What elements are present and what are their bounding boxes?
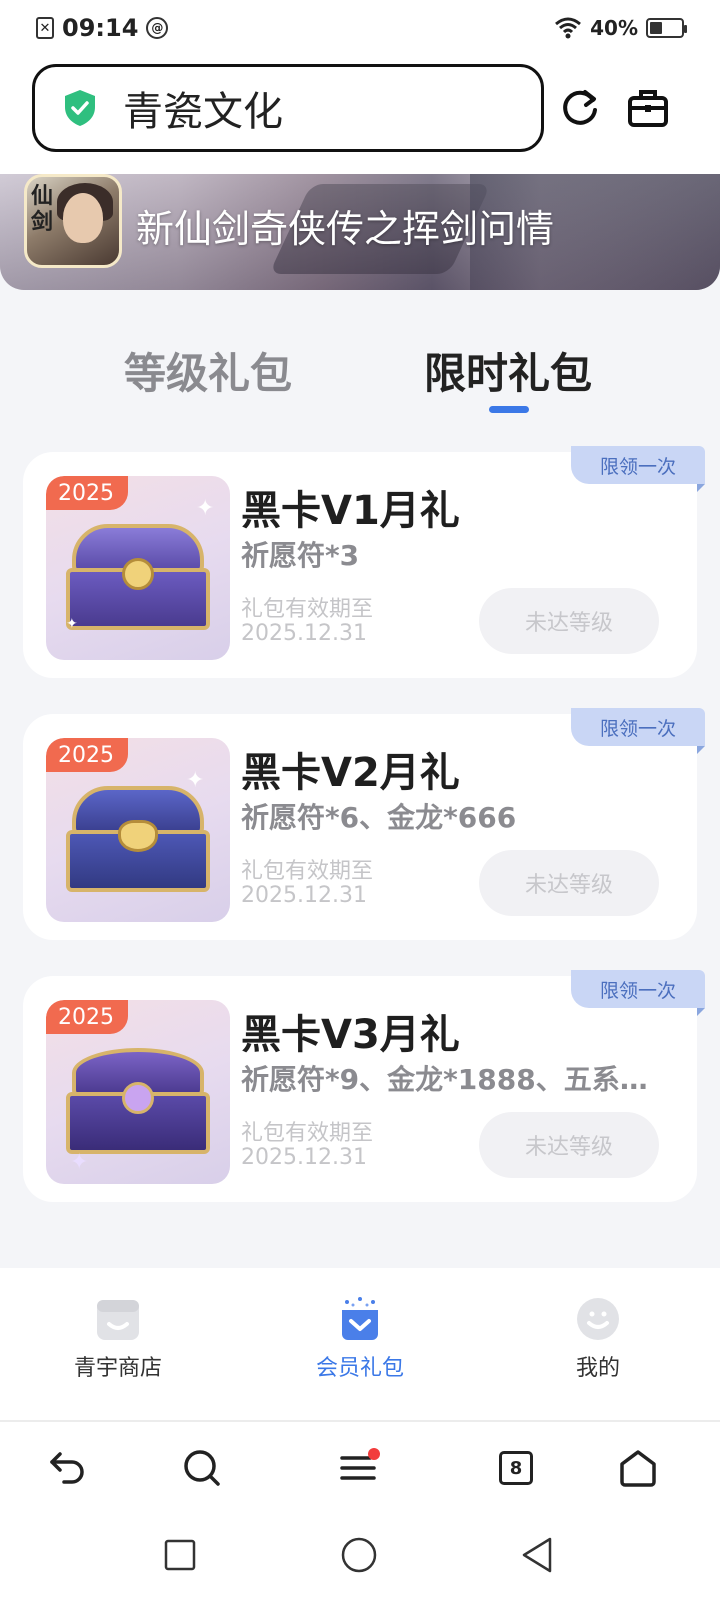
nav-member-gifts[interactable]: 会员礼包 [280, 1296, 440, 1382]
status-time: 09:14 [62, 14, 139, 42]
home-button[interactable] [612, 1442, 664, 1494]
address-bar[interactable]: 青瓷文化 [32, 64, 544, 152]
menu-icon [340, 1448, 380, 1480]
page: ✕ 09:14 @ 40% 青瓷文化 仙剑 新仙剑奇侠传之挥剑问情 等级礼包 限… [0, 0, 720, 1605]
recent-apps-button[interactable] [155, 1530, 205, 1580]
sparkle-icon: ✦ [66, 616, 78, 632]
limit-once-tag: 限领一次 [571, 970, 705, 1016]
gift-card: 限领一次 ✦ ✦ 2025 黑卡V1月礼 祈愿符*3 礼包有效期至 2025.1… [23, 446, 705, 678]
status-bar: ✕ 09:14 @ 40% [0, 0, 720, 56]
gift-title: 黑卡V2月礼 [241, 750, 460, 796]
claim-button-disabled[interactable]: 未达等级 [479, 850, 659, 916]
triangle-back-icon [522, 1537, 552, 1573]
treasure-chest-image: ✦ 2025 [46, 1000, 230, 1184]
site-name: 青瓷文化 [123, 89, 283, 135]
gift-title: 黑卡V1月礼 [241, 488, 460, 534]
gift-title: 黑卡V3月礼 [241, 1012, 460, 1058]
limit-once-tag: 限领一次 [571, 446, 705, 492]
bottom-nav: 青宇商店 会员礼包 我的 [0, 1268, 720, 1420]
gift-card: 限领一次 ✦ 2025 黑卡V3月礼 祈愿符*9、金龙*1888、五系招… 礼包… [23, 970, 705, 1202]
browser-toolbar: 8 [0, 1422, 720, 1520]
gift-card: 限领一次 ✦ 2025 黑卡V2月礼 祈愿符*6、金龙*666 礼包有效期至 2… [23, 708, 705, 940]
search-icon [184, 1450, 220, 1486]
battery-percent: 40% [590, 16, 638, 40]
sparkle-icon: ✦ [196, 496, 215, 521]
toolbox-button[interactable] [624, 84, 672, 132]
address-bar-row: 青瓷文化 [0, 56, 720, 174]
game-icon-calligraphy: 仙剑 [31, 183, 54, 235]
reload-button[interactable] [556, 84, 604, 132]
game-title: 新仙剑奇侠传之挥剑问情 [136, 207, 555, 251]
gift-contents: 祈愿符*9、金龙*1888、五系招… [241, 1063, 659, 1096]
nav-label: 青宇商店 [73, 1356, 162, 1381]
nav-store[interactable]: 青宇商店 [38, 1296, 198, 1382]
year-badge: 2025 [46, 738, 128, 772]
treasure-chest-image: ✦ ✦ 2025 [46, 476, 230, 660]
active-tab-indicator [489, 406, 529, 413]
circle-icon [341, 1537, 377, 1573]
system-nav-bar [0, 1520, 720, 1605]
treasure-chest-image: ✦ 2025 [46, 738, 230, 922]
tab-limited-gifts[interactable]: 限时礼包 [424, 340, 592, 401]
gift-contents: 祈愿符*3 [241, 539, 360, 572]
back-arrow-icon [50, 1452, 84, 1484]
gift-validity: 礼包有效期至 2025.12.31 [241, 859, 374, 908]
nav-profile[interactable]: 我的 [518, 1296, 678, 1382]
back-button[interactable] [42, 1442, 94, 1494]
tabs-button[interactable]: 8 [490, 1442, 542, 1494]
year-badge: 2025 [46, 476, 128, 510]
gift-icon [337, 1296, 383, 1342]
nav-label: 我的 [575, 1356, 620, 1381]
store-icon [95, 1296, 141, 1342]
reload-icon [563, 90, 597, 125]
menu-button[interactable] [334, 1442, 386, 1494]
notification-app-icon: @ [146, 17, 169, 39]
limit-once-tag: 限领一次 [571, 708, 705, 754]
search-button[interactable] [176, 1442, 228, 1494]
toolbox-icon [628, 90, 668, 127]
sparkle-icon: ✦ [70, 1150, 89, 1175]
profile-icon [575, 1296, 621, 1342]
system-home-button[interactable] [334, 1530, 384, 1580]
year-badge: 2025 [46, 1000, 128, 1034]
gift-validity: 礼包有效期至 2025.12.31 [241, 597, 374, 646]
nav-label: 会员礼包 [315, 1356, 404, 1381]
game-banner: 仙剑 新仙剑奇侠传之挥剑问情 [0, 174, 720, 290]
tab-level-gifts[interactable]: 等级礼包 [124, 340, 292, 401]
wifi-icon [555, 17, 582, 39]
sim-off-icon: ✕ [36, 17, 54, 39]
gift-contents: 祈愿符*6、金龙*666 [241, 801, 517, 834]
game-app-icon[interactable]: 仙剑 [24, 174, 122, 268]
sparkle-icon: ✦ [186, 768, 205, 793]
claim-button-disabled[interactable]: 未达等级 [479, 1112, 659, 1178]
security-shield-icon [65, 90, 95, 126]
tab-count: 8 [509, 1457, 523, 1479]
home-icon [620, 1450, 656, 1487]
tabs-icon: 8 [499, 1451, 533, 1485]
system-back-button[interactable] [512, 1530, 562, 1580]
square-icon [164, 1539, 196, 1571]
gift-validity: 礼包有效期至 2025.12.31 [241, 1121, 374, 1170]
battery-icon [646, 18, 687, 38]
claim-button-disabled[interactable]: 未达等级 [479, 588, 659, 654]
